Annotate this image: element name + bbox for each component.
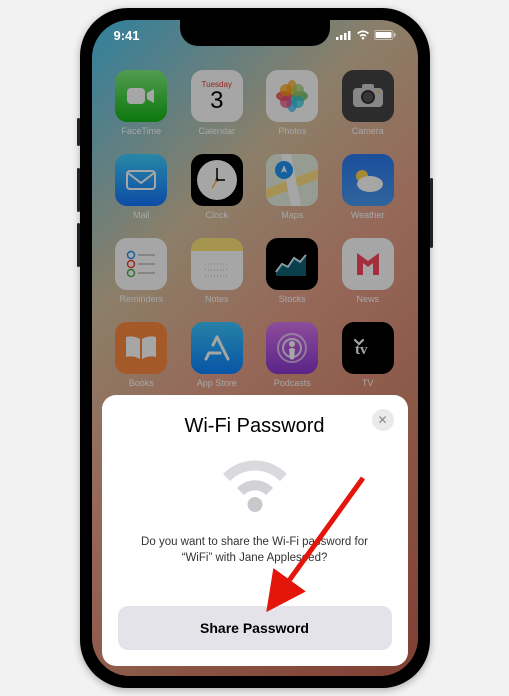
screen: 9:41 FaceTime [92, 20, 418, 676]
status-time: 9:41 [114, 28, 140, 43]
notch [180, 20, 330, 46]
sheet-title: Wi-Fi Password [118, 415, 392, 438]
wifi-icon [210, 452, 300, 516]
close-button[interactable]: ✕ [372, 409, 394, 431]
wifi-icon [356, 28, 370, 43]
side-button [430, 178, 433, 248]
sheet-message: Do you want to share the Wi-Fi password … [118, 534, 392, 566]
share-password-button[interactable]: Share Password [118, 606, 392, 650]
volume-up-button [77, 168, 80, 212]
status-right [336, 28, 396, 43]
battery-icon [374, 28, 396, 43]
signal-icon [336, 28, 352, 43]
silent-switch [77, 118, 80, 146]
phone-frame: 9:41 FaceTime [80, 8, 430, 688]
volume-down-button [77, 223, 80, 267]
wifi-password-sheet: ✕ Wi-Fi Password Do you want to share th… [102, 395, 408, 666]
close-icon: ✕ [377, 413, 387, 427]
